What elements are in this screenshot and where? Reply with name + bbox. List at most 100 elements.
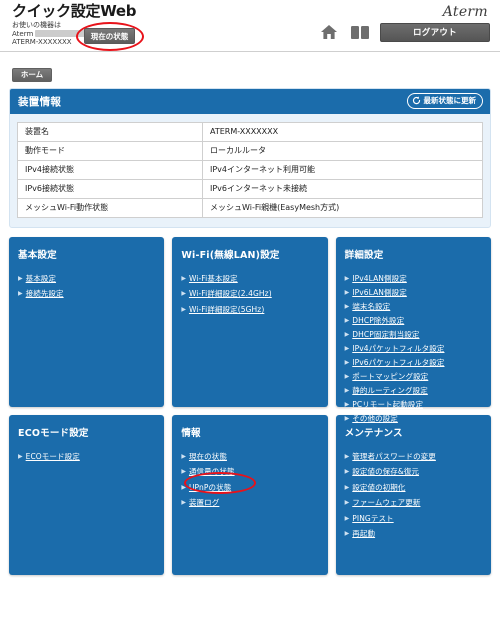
aterm-logo: Aterm	[442, 4, 488, 20]
list-item: ▶ Wi-Fi基本設定	[181, 273, 318, 284]
bullet-icon: ▶	[344, 288, 350, 296]
list-item: ▶ 装置ログ	[181, 497, 318, 508]
bullet-icon: ▶	[344, 452, 350, 460]
menu-link-firmware-update[interactable]: ファームウェア更新	[352, 497, 420, 508]
list-item: ▶ 静的ルーティング設定	[345, 385, 482, 396]
bullet-icon: ▶	[344, 514, 350, 522]
list-item: ▶ IPv4パケットフィルタ設定	[345, 343, 482, 354]
list-item: ▶ Wi-Fi詳細設定(2.4GHz)	[181, 288, 318, 299]
page-body: ホーム 装置情報 最新状態に更新 装置名 ATERM-XXXXXXX 動作モード…	[0, 52, 500, 585]
bullet-icon: ▶	[181, 274, 186, 282]
list-item: ▶ ファームウェア更新	[345, 497, 482, 508]
device-info-table-body: 装置名 ATERM-XXXXXXX 動作モード ローカルルータ IPv4接続状態…	[17, 121, 483, 218]
bullet-icon: ▶	[18, 452, 23, 460]
panel-title: 基本設定	[18, 249, 57, 261]
list-item: ▶ 通信量の状態	[181, 466, 318, 477]
bullet-icon: ▶	[344, 274, 350, 282]
app-title: クイック設定Web	[12, 2, 137, 20]
bullet-icon: ▶	[344, 372, 350, 380]
panel-title: 詳細設定	[344, 249, 384, 261]
panel-wifi-settings: Wi-Fi(無線LAN)設定 ▶ Wi-Fi基本設定 ▶ Wi-Fi詳細設定(2…	[172, 236, 328, 407]
menu-link-setsuzokusaki-settei[interactable]: 接続先設定	[26, 288, 64, 299]
table-cell-value: ATERM-XXXXXXX	[202, 121, 483, 142]
refresh-button[interactable]: 最新状態に更新	[406, 92, 483, 109]
breadcrumb-home-button[interactable]: ホーム	[12, 67, 52, 82]
menu-link-dhcp-fixed[interactable]: DHCP固定割当設定	[352, 329, 419, 340]
book-icon[interactable]	[349, 22, 371, 42]
bullet-icon: ▶	[344, 330, 350, 338]
bullet-icon: ▶	[344, 386, 350, 394]
menu-link-wifi-advanced-24ghz[interactable]: Wi-Fi詳細設定(2.4GHz)	[189, 288, 272, 299]
breadcrumb: ホーム	[9, 60, 491, 88]
bullet-icon: ▶	[181, 290, 186, 297]
bullet-icon: ▶	[344, 316, 350, 324]
menu-link-device-log[interactable]: 装置ログ	[189, 497, 219, 508]
panel-link-list: ▶ Wi-Fi基本設定 ▶ Wi-Fi詳細設定(2.4GHz) ▶ Wi-Fi詳…	[181, 273, 318, 315]
menu-link-wifi-advanced-5ghz[interactable]: Wi-Fi詳細設定(5GHz)	[189, 304, 264, 315]
current-state-button[interactable]: 現在の状態	[84, 28, 135, 44]
bullet-icon: ▶	[181, 452, 186, 460]
panel-link-list: ▶ IPv4LAN側設定 ▶ IPv6LAN側設定 ▶ 端末名設定 ▶ DHCP…	[345, 273, 482, 424]
list-item: ▶ 端末名設定	[345, 301, 482, 312]
bullet-icon: ▶	[344, 358, 350, 366]
list-item: ▶ ポートマッピング設定	[345, 371, 482, 382]
bullet-icon: ▶	[18, 274, 23, 282]
list-item: ▶ 設定値の保存&復元	[345, 466, 482, 477]
table-row: メッシュWi-Fi動作状態 メッシュWi-Fi親機(EasyMesh方式)	[17, 197, 483, 218]
bullet-icon: ▶	[181, 305, 186, 313]
list-item: ▶ 現在の状態	[181, 451, 318, 462]
menu-link-dhcp-exclude[interactable]: DHCP除外設定	[352, 315, 404, 326]
device-info-table: 装置名 ATERM-XXXXXXX 動作モード ローカルルータ IPv4接続状態…	[17, 121, 483, 218]
list-item: ▶ Wi-Fi詳細設定(5GHz)	[181, 304, 318, 315]
menu-link-ping-test[interactable]: PINGテスト	[352, 513, 393, 524]
list-item: ▶ 管理者パスワードの変更	[345, 451, 482, 462]
table-row: IPv6接続状態 IPv6インターネット未接続	[17, 178, 483, 199]
panel-link-list: ▶ 基本設定 ▶ 接続先設定	[18, 273, 155, 300]
list-item: ▶ 設定値の初期化	[345, 482, 482, 493]
menu-link-upnp-state[interactable]: UPnPの状態	[189, 482, 231, 493]
table-row: 動作モード ローカルルータ	[17, 140, 483, 161]
menu-link-current-state[interactable]: 現在の状態	[189, 451, 227, 462]
list-item: ▶ IPv6パケットフィルタ設定	[345, 357, 482, 368]
menu-link-factory-reset[interactable]: 設定値の初期化	[352, 482, 405, 493]
bullet-icon: ▶	[344, 400, 350, 408]
menu-link-traffic-state[interactable]: 通信量の状態	[189, 466, 235, 477]
panel-link-list: ▶ 現在の状態 ▶ 通信量の状態 ▶ UPnPの状態 ▶ 装置ログ	[181, 451, 318, 509]
menu-link-pc-remote-boot[interactable]: PCリモート起動設定	[352, 399, 423, 410]
bullet-icon: ▶	[344, 414, 350, 422]
panel-maintenance: メンテナンス ▶ 管理者パスワードの変更 ▶ 設定値の保存&復元 ▶ 設定値の初…	[335, 414, 491, 575]
bullet-icon: ▶	[344, 499, 350, 506]
header-tools: ログアウト	[318, 22, 490, 42]
bullet-icon: ▶	[181, 483, 186, 491]
list-item: ▶ DHCP固定割当設定	[345, 329, 482, 340]
list-item: ▶ 基本設定	[18, 273, 155, 284]
menu-link-other-settings[interactable]: その他の設定	[352, 413, 398, 424]
list-item: ▶ PINGテスト	[345, 513, 482, 524]
menu-link-kihon-settei[interactable]: 基本設定	[26, 273, 56, 284]
panel-basic-settings: 基本設定 ▶ 基本設定 ▶ 接続先設定	[9, 236, 165, 407]
menu-link-port-mapping[interactable]: ポートマッピング設定	[352, 371, 428, 382]
menu-link-ipv4-packet-filter[interactable]: IPv4パケットフィルタ設定	[352, 343, 444, 354]
menu-link-backup-restore[interactable]: 設定値の保存&復元	[352, 466, 419, 477]
menu-link-device-name[interactable]: 端末名設定	[352, 301, 390, 312]
home-icon[interactable]	[318, 22, 340, 42]
menu-link-wifi-basic[interactable]: Wi-Fi基本設定	[189, 273, 238, 284]
device-info-title: 装置情報	[18, 95, 62, 108]
menu-link-ipv4-lan[interactable]: IPv4LAN側設定	[352, 273, 407, 284]
bullet-icon: ▶	[18, 290, 23, 297]
device-info-card: 装置情報 最新状態に更新 装置名 ATERM-XXXXXXX 動作モード ローカ…	[9, 87, 491, 228]
menu-link-eco-mode[interactable]: ECOモード設定	[26, 451, 80, 462]
menu-link-reboot[interactable]: 再起動	[352, 528, 375, 539]
list-item: ▶ DHCP除外設定	[345, 315, 482, 326]
bullet-icon: ▶	[344, 483, 350, 491]
app-header: クイック設定Web お使いの機器は Aterm ATERM-XXXXXXX At…	[0, 0, 500, 52]
logout-button[interactable]: ログアウト	[380, 22, 490, 42]
table-cell-key: メッシュWi-Fi動作状態	[17, 197, 203, 218]
menu-link-ipv6-lan[interactable]: IPv6LAN側設定	[352, 287, 407, 298]
menu-link-ipv6-packet-filter[interactable]: IPv6パケットフィルタ設定	[352, 357, 444, 368]
menu-link-static-routing[interactable]: 静的ルーティング設定	[352, 385, 428, 396]
panel-title: 情報	[181, 427, 201, 439]
menu-link-change-admin-password[interactable]: 管理者パスワードの変更	[352, 451, 436, 462]
page-root: クイック設定Web お使いの機器は Aterm ATERM-XXXXXXX At…	[0, 0, 500, 638]
bullet-icon: ▶	[181, 468, 186, 475]
